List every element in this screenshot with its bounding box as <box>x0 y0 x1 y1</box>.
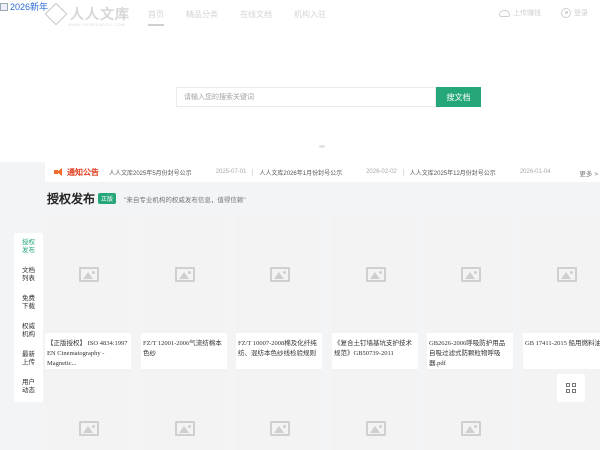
new-year-banner-image[interactable]: 2026新年 <box>0 0 48 13</box>
image-placeholder-icon <box>175 421 195 436</box>
image-placeholder-icon <box>270 421 290 436</box>
cloud-upload-icon <box>499 9 510 17</box>
doc-card[interactable] <box>332 369 418 450</box>
image-placeholder-icon <box>79 267 99 282</box>
speaker-icon <box>54 168 64 176</box>
doc-card[interactable]: GB 17411-2015 船用燃料油 <box>523 215 600 373</box>
upload-label: 上传赚钱 <box>513 10 541 17</box>
image-placeholder-icon <box>270 267 290 282</box>
search-bar: 搜文档 <box>176 87 481 107</box>
doc-card[interactable] <box>45 369 131 450</box>
announcement-date: 2026-01-04 <box>519 169 551 175</box>
doc-title: FZ/T 12001-2006气流纺棉本色纱 <box>143 340 222 357</box>
announcement-bar: 通知公告 人人文库2025年5月份封号公示 2025-07-01 人人文库202… <box>45 162 600 182</box>
logo-diamond-icon <box>44 2 68 26</box>
login-link[interactable]: 登录 <box>561 8 588 18</box>
side-item-latest-uploads[interactable]: 最新 上传 <box>14 345 43 373</box>
logo-text: 人人文库 <box>70 6 130 22</box>
doc-thumbnail <box>45 369 131 450</box>
announcement-date: 2026-02-02 <box>366 169 397 175</box>
image-placeholder-icon <box>366 267 386 282</box>
doc-title: GB 17411-2015 船用燃料油 <box>525 340 600 347</box>
doc-title: FZ/T 10007-2008棉及化纤纯纺、混纺本色纱线检验规则 <box>238 340 317 357</box>
section-header: 授权发布 正版 "来自专业机构的权威发布信息，值得信赖" <box>47 190 246 207</box>
doc-card[interactable]: 【正版授权】 ISO 4834:1997 EN Cinematography -… <box>45 215 131 373</box>
side-item-authorized[interactable]: 授权 发布 <box>14 233 43 261</box>
doc-thumbnail <box>332 215 418 333</box>
announcement-date: 2025-07-01 <box>215 169 247 175</box>
carousel-dot[interactable] <box>319 145 325 148</box>
search-input[interactable] <box>176 87 436 107</box>
doc-thumbnail <box>141 215 227 333</box>
doc-card[interactable]: FZ/T 10007-2008棉及化纤纯纺、混纺本色纱线检验规则 <box>236 215 322 373</box>
doc-card[interactable]: 《复合土钉墙基坑支护技术规范》GB50739-2011 <box>332 215 418 373</box>
logo-slogan: WWW.RENRENDOC.COM <box>68 22 125 27</box>
search-button[interactable]: 搜文档 <box>436 87 481 107</box>
side-nav: 授权 发布 文档 列表 免费 下载 权威 机构 最新 上传 用户 动态 <box>14 233 43 402</box>
image-placeholder-icon <box>366 421 386 436</box>
announcement-item[interactable]: 人人文库2025年12月份封号公示 2026-01-04 <box>410 168 557 177</box>
nav-item-categories[interactable]: 精品分类 <box>175 10 229 26</box>
qr-code-button[interactable] <box>557 374 585 402</box>
doc-thumbnail <box>427 215 513 333</box>
doc-thumbnail <box>45 215 131 333</box>
banner-alt-text: 2026新年 <box>10 2 49 12</box>
image-placeholder-icon <box>461 267 481 282</box>
top-right-actions: 上传赚钱 登录 <box>499 8 588 18</box>
image-placeholder-icon <box>79 421 99 436</box>
doc-thumbnail <box>427 369 513 450</box>
doc-card[interactable] <box>236 369 322 450</box>
login-label: 登录 <box>574 10 588 17</box>
divider <box>402 168 404 176</box>
main-nav: 首页 精品分类 在线文档 机构入驻 <box>137 10 337 26</box>
announcement-item[interactable]: 人人文库2026年1月份封号公示 2026-02-02 <box>259 168 409 177</box>
nav-item-online-docs[interactable]: 在线文档 <box>229 10 283 26</box>
announcement-text: 人人文库2026年1月份封号公示 <box>259 170 343 177</box>
hero-banner: 2026新年 人人文库 WWW.RENRENDOC.COM 首页 精品分类 在线… <box>0 0 600 162</box>
side-item-institutions[interactable]: 权威 机构 <box>14 317 43 345</box>
genuine-badge: 正版 <box>98 193 117 204</box>
doc-thumbnail <box>141 369 227 450</box>
doc-thumbnail <box>236 215 322 333</box>
qr-code-icon <box>566 383 576 393</box>
doc-card[interactable] <box>427 369 513 450</box>
announcement-title-text: 通知公告 <box>67 167 99 177</box>
section-title: 授权发布 <box>47 192 96 206</box>
image-placeholder-icon <box>461 421 481 436</box>
upload-link[interactable]: 上传赚钱 <box>499 8 541 18</box>
announcement-more-link[interactable]: 更多 > <box>579 168 598 178</box>
doc-card[interactable]: GB2626-2006呼吸防护用品自吸过滤式防颗粒物呼吸器.pdf <box>427 215 513 373</box>
announcement-text: 人人文库2025年5月份封号公示 <box>109 170 192 177</box>
broken-image-icon <box>0 2 8 11</box>
nav-item-home[interactable]: 首页 <box>137 10 175 26</box>
site-logo[interactable]: 人人文库 <box>44 2 130 26</box>
user-icon <box>561 8 571 18</box>
doc-title: 【正版授权】 ISO 4834:1997 EN Cinematography -… <box>47 340 128 367</box>
image-placeholder-icon <box>175 267 195 282</box>
doc-thumbnail <box>332 369 418 450</box>
announcement-text: 人人文库2025年12月份封号公示 <box>409 170 496 177</box>
side-item-user-activity[interactable]: 用户 动态 <box>14 373 43 401</box>
side-item-free-download[interactable]: 免费 下载 <box>14 289 43 317</box>
divider <box>252 168 254 176</box>
section-subtitle: "来自专业机构的权威发布信息，值得信赖" <box>124 196 246 204</box>
doc-title: 《复合土钉墙基坑支护技术规范》GB50739-2011 <box>334 340 412 357</box>
carousel-dots <box>319 145 325 148</box>
doc-thumbnail <box>236 369 322 450</box>
doc-card[interactable] <box>141 369 227 450</box>
image-placeholder-icon <box>557 267 577 282</box>
announcement-item[interactable]: 人人文库2025年5月份封号公示 2025-07-01 <box>109 168 259 177</box>
announcement-title: 通知公告 <box>54 167 99 178</box>
side-item-doc-list[interactable]: 文档 列表 <box>14 261 43 289</box>
doc-card[interactable]: FZ/T 12001-2006气流纺棉本色纱 <box>141 215 227 373</box>
doc-title: GB2626-2006呼吸防护用品自吸过滤式防颗粒物呼吸器.pdf <box>429 340 506 367</box>
nav-item-institutions[interactable]: 机构入驻 <box>283 10 337 26</box>
doc-thumbnail <box>523 215 600 333</box>
